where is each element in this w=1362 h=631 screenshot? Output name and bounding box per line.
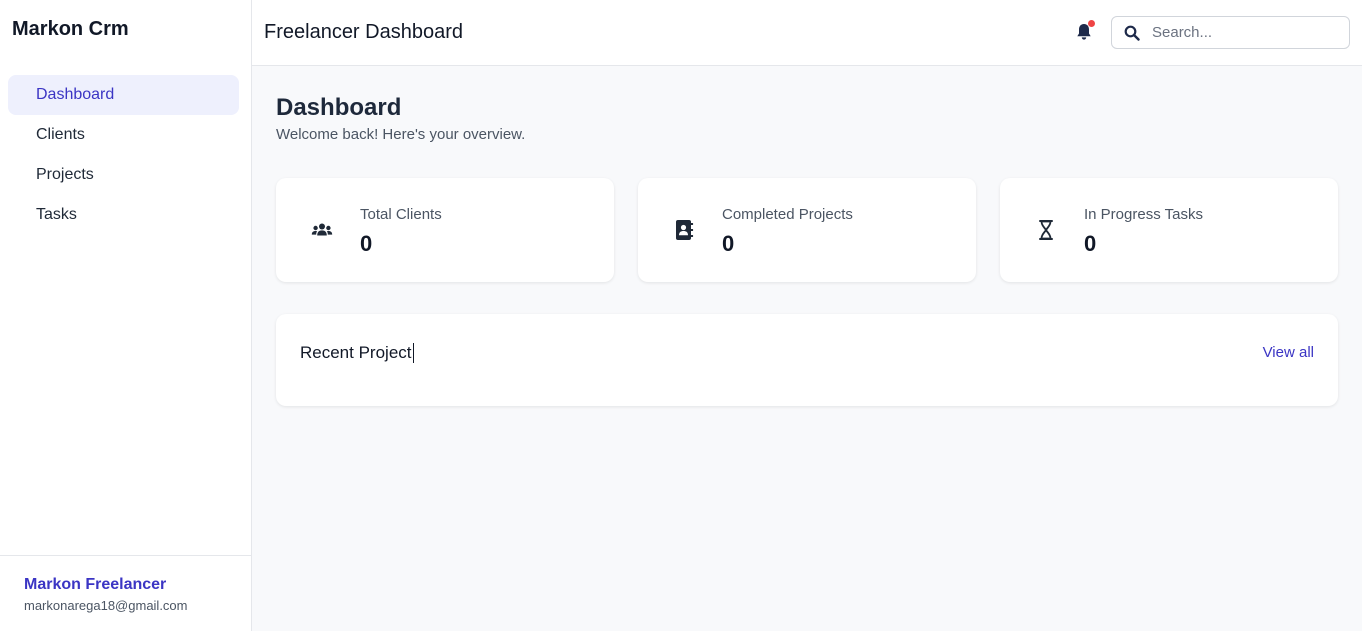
search-box (1111, 16, 1350, 49)
stat-label: Total Clients (360, 206, 442, 223)
stat-card-in-progress-tasks: In Progress Tasks 0 (1000, 178, 1338, 282)
page-title: Dashboard (276, 94, 402, 121)
stat-value: 0 (1084, 231, 1097, 256)
user-email: markonarega18@gmail.com (24, 598, 188, 613)
sidebar-item-projects[interactable]: Projects (8, 155, 239, 195)
top-bar: Freelancer Dashboard (252, 0, 1362, 66)
brand-name: Markon Crm (12, 18, 129, 40)
users-icon (311, 223, 333, 236)
stat-card-completed-projects: Completed Projects 0 (638, 178, 976, 282)
stat-card-total-clients: Total Clients 0 (276, 178, 614, 282)
page-subtitle: Welcome back! Here's your overview. (276, 126, 526, 143)
sidebar-nav: Dashboard Clients Projects Tasks (8, 75, 239, 235)
search-input[interactable] (1152, 17, 1342, 48)
stat-value: 0 (360, 231, 373, 256)
stat-value: 0 (722, 231, 735, 256)
user-profile: Markon Freelancer markonarega18@gmail.co… (0, 555, 251, 631)
recent-projects-title: Recent Project (300, 343, 414, 363)
view-all-link[interactable]: View all (1263, 344, 1314, 361)
stat-label: Completed Projects (722, 206, 853, 223)
sidebar-item-dashboard[interactable]: Dashboard (8, 75, 239, 115)
notification-dot (1088, 20, 1095, 27)
user-name: Markon Freelancer (24, 576, 167, 593)
sidebar-item-tasks[interactable]: Tasks (8, 195, 239, 235)
address-book-icon (676, 220, 694, 240)
stat-label: In Progress Tasks (1084, 206, 1203, 223)
header-title: Freelancer Dashboard (264, 21, 463, 43)
sidebar-item-clients[interactable]: Clients (8, 115, 239, 155)
recent-projects-panel: Recent Project View all (276, 314, 1338, 406)
search-icon (1124, 25, 1140, 41)
sidebar: Markon Crm Dashboard Clients Projects Ta… (0, 0, 252, 631)
hourglass-icon (1039, 220, 1053, 240)
